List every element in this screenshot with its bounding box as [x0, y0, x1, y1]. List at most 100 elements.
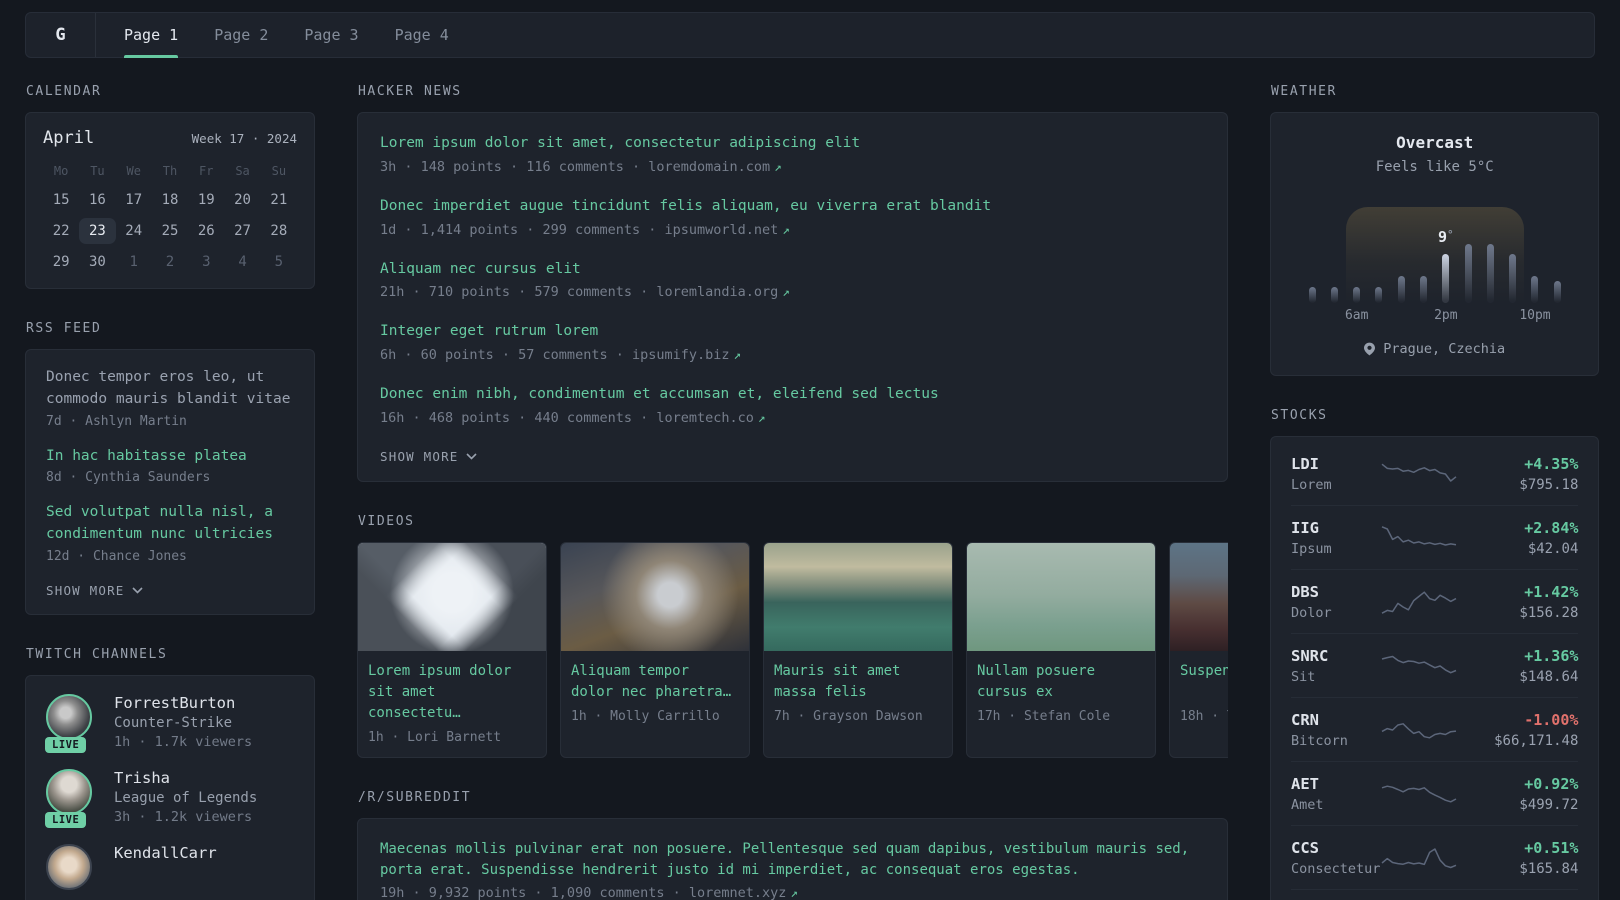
rss-item[interactable]: In hac habitasse platea 8d · Cynthia Sau… [46, 446, 294, 486]
rss-item-title[interactable]: Sed volutpat nulla nisl, a condimentum n… [46, 502, 294, 546]
hackernews-item-meta: 3h · 148 points · 116 comments · loremdo… [380, 159, 1205, 175]
hackernews-item-title[interactable]: Donec enim nibh, condimentum et accumsan… [380, 384, 1205, 406]
external-link-icon[interactable]: ↗ [782, 284, 790, 299]
avatar [46, 768, 92, 815]
hackernews-item-meta-text: 6h · 60 points · 57 comments · ipsumify.… [380, 347, 730, 363]
stock-change: -1.00% [1524, 711, 1579, 729]
stock-row[interactable]: SNRC Sit +1.36% $148.64 [1291, 634, 1579, 698]
rss-show-more-button[interactable]: SHOW MORE [46, 583, 143, 598]
stock-change: +1.36% [1524, 647, 1579, 665]
twitch-channel[interactable]: KendallCarr [46, 843, 294, 900]
video-card[interactable]: Lorem ipsum dolor sit amet consectetu… 1… [357, 541, 547, 758]
hackernews-item-title[interactable]: Donec imperdiet augue tincidunt felis al… [380, 196, 1205, 218]
weather-bar [1509, 254, 1517, 303]
stock-change: +4.35% [1524, 455, 1579, 473]
hackernews-item-meta: 16h · 468 points · 440 comments · loremt… [380, 410, 1205, 426]
twitch-channel-name[interactable]: KendallCarr [114, 844, 217, 862]
video-title[interactable]: Mauris sit amet massa felis [774, 661, 942, 703]
calendar-day: 28 [270, 223, 288, 239]
hackernews-item-title[interactable]: Integer eget rutrum lorem [380, 321, 1205, 343]
stock-row[interactable]: LDI Lorem +4.35% $795.18 [1291, 442, 1579, 506]
live-badge: LIVE [45, 736, 87, 753]
video-thumbnail[interactable] [358, 542, 546, 651]
rss-card: Donec tempor eros leo, ut commodo mauris… [25, 349, 315, 615]
app-logo[interactable]: G [26, 13, 96, 57]
weather-bar-slot [1412, 203, 1434, 303]
nav-tab[interactable]: Page 4 [395, 13, 449, 57]
twitch-channel[interactable]: LIVE Trisha League of Legends 3h · 1.2k … [45, 768, 294, 828]
weather-bar-slot [1346, 203, 1368, 303]
stock-change: +0.51% [1524, 839, 1579, 857]
stock-values: +1.42% $156.28 [1466, 583, 1578, 621]
nav-tab[interactable]: Page 3 [304, 13, 358, 57]
calendar-day: 17 [125, 192, 143, 208]
stock-row[interactable]: DBS Dolor +1.42% $156.28 [1291, 570, 1579, 634]
external-link-icon[interactable]: ↗ [782, 222, 790, 237]
external-link-icon[interactable]: ↗ [734, 347, 742, 362]
weather-bar [1442, 254, 1450, 303]
hackernews-item-title[interactable]: Aliquam nec cursus elit [380, 259, 1205, 281]
weather-bar [1531, 276, 1539, 303]
external-link-icon[interactable]: ↗ [774, 159, 782, 174]
video-thumbnail[interactable] [967, 542, 1155, 651]
video-card-body: Lorem ipsum dolor sit amet consectetu… 1… [358, 651, 546, 757]
calendar-day: 25 [161, 223, 179, 239]
nav-tab[interactable]: Page 1 [124, 13, 179, 58]
stock-id: CCS Consectetur [1291, 839, 1380, 877]
stock-row[interactable]: CCS Consectetur +0.51% $165.84 [1291, 826, 1579, 890]
rss-widget-title: RSS FEED [26, 321, 102, 336]
stock-sparkline [1380, 649, 1466, 683]
stock-row[interactable]: AHS +0.46% [1291, 890, 1578, 900]
stock-price: $66,171.48 [1494, 733, 1579, 749]
hackernews-item-meta: 1d · 1,414 points · 299 comments · ipsum… [380, 222, 1205, 238]
rss-item-title[interactable]: Donec tempor eros leo, ut commodo mauris… [46, 367, 294, 411]
video-title[interactable]: Lorem ipsum dolor sit amet consectetu… [368, 661, 536, 724]
video-title[interactable]: Aliquam tempor dolor nec pharetra… [571, 661, 739, 703]
hackernews-show-more-button[interactable]: SHOW MORE [380, 449, 477, 464]
stock-row[interactable]: AET Amet +0.92% $499.72 [1291, 762, 1579, 826]
stock-name: Lorem [1291, 477, 1332, 493]
chevron-down-icon [131, 587, 143, 594]
nav-tab[interactable]: Page 2 [214, 13, 268, 57]
nav-tab-label: Page 1 [124, 26, 179, 44]
calendar-week: Week 17 · 2024 [191, 131, 297, 146]
video-card[interactable]: Mauris sit amet massa felis 7h · Grayson… [763, 541, 953, 758]
video-title[interactable]: Nullam posuere cursus ex [977, 661, 1145, 703]
rss-item[interactable]: Sed volutpat nulla nisl, a condimentum n… [46, 502, 294, 564]
stock-name: Consectetur [1291, 861, 1381, 877]
video-thumbnail[interactable] [764, 542, 952, 651]
stock-name: Amet [1291, 797, 1324, 813]
external-link-icon[interactable]: ↗ [790, 885, 798, 900]
calendar-day: 16 [88, 192, 106, 208]
video-thumbnail[interactable] [1170, 542, 1228, 651]
twitch-channel[interactable]: LIVE ForrestBurton Counter-Strike 1h · 1… [45, 693, 294, 753]
video-card[interactable]: Nullam posuere cursus ex 17h · Stefan Co… [966, 541, 1156, 758]
rss-item[interactable]: Donec tempor eros leo, ut commodo mauris… [46, 367, 294, 429]
video-meta: 18h · Tara [1180, 708, 1228, 724]
calendar-widget-title: CALENDAR [26, 84, 102, 99]
subreddit-post-title[interactable]: Maecenas mollis pulvinar erat non posuer… [380, 839, 1205, 881]
external-link-icon[interactable]: ↗ [758, 410, 766, 425]
weather-bar [1330, 286, 1338, 303]
weather-bar [1353, 286, 1361, 303]
rss-item-title[interactable]: In hac habitasse platea [46, 446, 294, 468]
video-thumbnail[interactable] [561, 542, 749, 651]
twitch-channel-name[interactable]: ForrestBurton [114, 694, 252, 712]
twitch-channel-info: Trisha League of Legends 3h · 1.2k viewe… [114, 769, 257, 825]
twitch-channel-name[interactable]: Trisha [114, 769, 257, 787]
video-card-body: Suspendisse diam 18h · Tara [1170, 651, 1228, 736]
weather-bars: 9° [1301, 203, 1568, 303]
stock-change: +1.42% [1524, 583, 1579, 601]
stock-row[interactable]: CRN Bitcorn -1.00% $66,171.48 [1291, 698, 1579, 762]
video-card[interactable]: Suspendisse diam 18h · Tara [1169, 541, 1228, 758]
calendar-grid: Mo Tu We Th Fr Sa Su 15 16 17 18 19 20 2… [43, 160, 297, 275]
stock-row[interactable]: IIG Ipsum +2.84% $42.04 [1291, 506, 1579, 570]
calendar-day: 27 [234, 223, 251, 239]
hackernews-item-title[interactable]: Lorem ipsum dolor sit amet, consectetur … [380, 133, 1205, 155]
video-title[interactable]: Suspendisse diam [1180, 661, 1228, 703]
weather-condition: Overcast [1396, 133, 1474, 152]
weather-bar-slot [1524, 203, 1546, 303]
weather-bar-slot [1479, 203, 1501, 303]
video-card[interactable]: Aliquam tempor dolor nec pharetra… 1h · … [560, 541, 750, 758]
stock-sparkline [1380, 777, 1466, 811]
